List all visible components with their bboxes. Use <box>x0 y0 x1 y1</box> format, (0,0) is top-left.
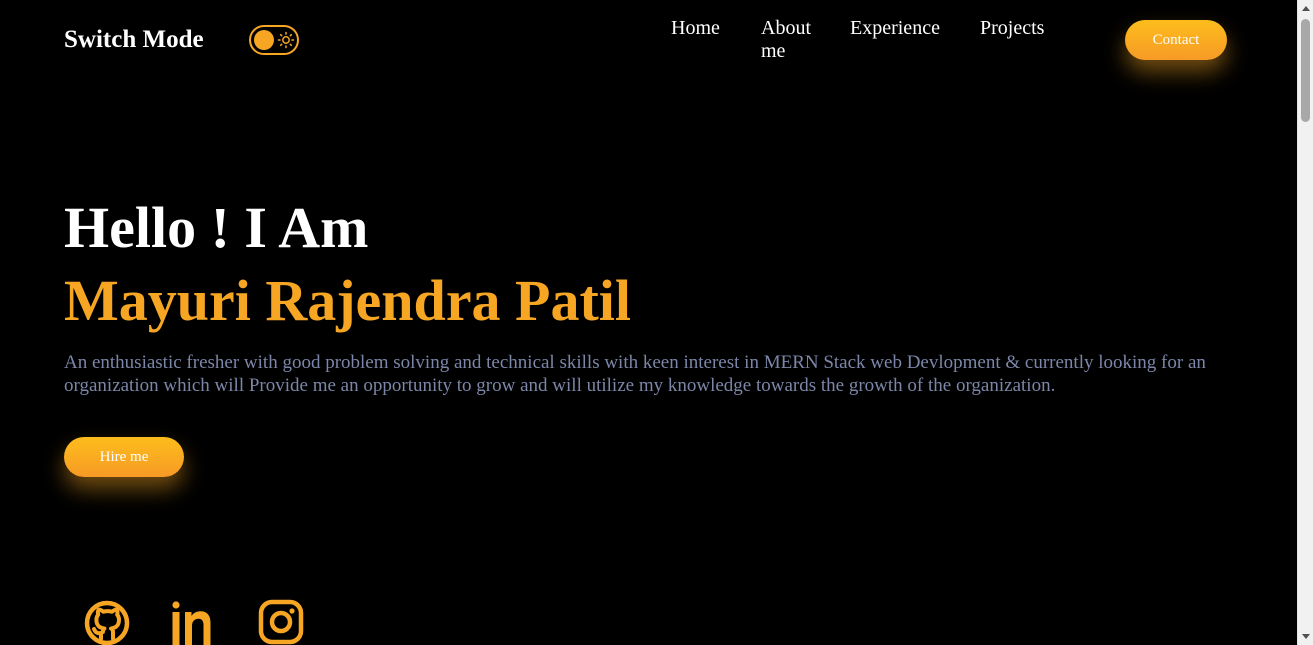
page-scrollbar[interactable] <box>1297 0 1313 645</box>
contact-button[interactable]: Contact <box>1125 20 1227 60</box>
toggle-knob <box>254 30 274 50</box>
scroll-down-arrow-icon[interactable] <box>1302 634 1310 639</box>
scroll-up-arrow-icon[interactable] <box>1302 6 1310 11</box>
nav-projects[interactable]: Projects <box>980 17 1044 40</box>
nav-experience[interactable]: Experience <box>850 17 940 40</box>
linkedin-icon[interactable] <box>170 598 220 645</box>
hire-me-button[interactable]: Hire me <box>64 437 184 477</box>
sun-icon <box>277 31 295 49</box>
scroll-thumb[interactable] <box>1301 19 1310 122</box>
brand-title: Switch Mode <box>64 26 204 53</box>
github-icon[interactable] <box>82 598 132 645</box>
theme-toggle[interactable] <box>249 25 299 55</box>
hero-greeting: Hello ! I Am <box>64 195 369 260</box>
nav-about[interactable]: About me <box>761 17 821 63</box>
portfolio-page: Switch Mode Home About me Experience Pro… <box>0 0 1297 645</box>
hero-description: An enthusiastic fresher with good proble… <box>64 352 1206 396</box>
nav-home[interactable]: Home <box>671 17 720 40</box>
hero-name: Mayuri Rajendra Patil <box>64 268 632 333</box>
instagram-icon[interactable] <box>257 598 307 645</box>
